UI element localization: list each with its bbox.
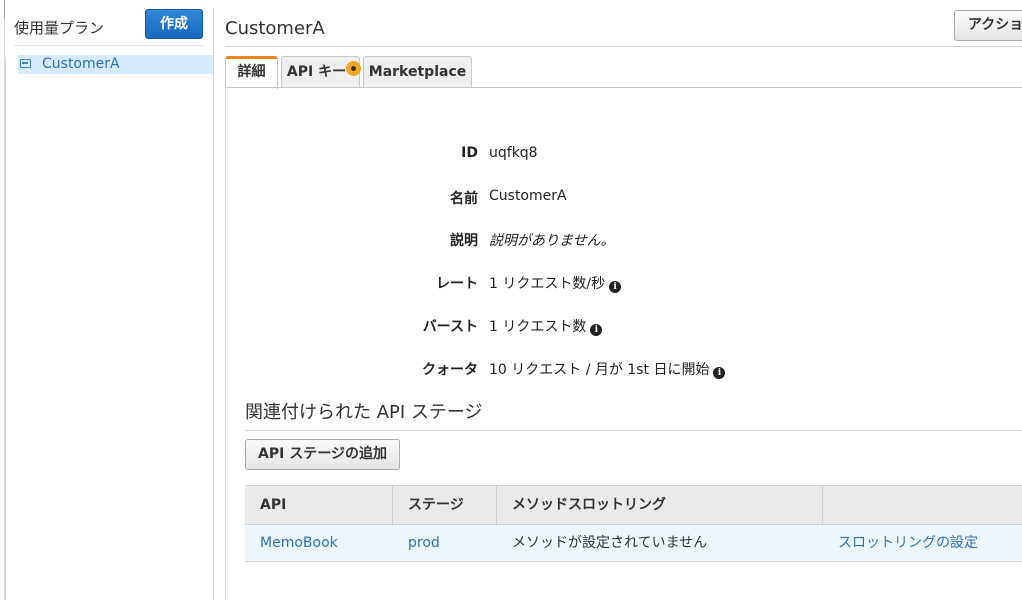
pane-divider[interactable] [213,8,214,600]
info-icon[interactable]: i [713,367,726,379]
notification-dot-icon [346,61,361,76]
info-icon[interactable]: i [609,281,622,293]
rate-text: 1 リクエスト数/秒 [489,276,606,292]
detail-value-name: CustomerA [489,188,567,204]
sidebar-divider [14,45,203,46]
detail-row-id: ID uqfkq8 [240,145,940,165]
column-header-api[interactable]: API [245,486,393,525]
quota-text: 10 リクエスト / 月が 1st 日に開始 [489,362,710,378]
column-header-action [823,486,1022,525]
sidebar-title: 使用量プラン [14,19,105,37]
detail-row-burst: バースト 1 リクエスト数 i [240,316,940,336]
detail-label: レート [436,276,478,292]
column-header-stage[interactable]: ステージ [393,486,497,525]
detail-row-name: 名前 CustomerA [240,188,940,208]
detail-value-rate: 1 リクエスト数/秒 i [489,273,622,293]
detail-label: 説明 [450,233,478,249]
add-api-stage-button[interactable]: API ステージの追加 [245,439,400,470]
table-header: API ステージ メソッドスロットリング [245,485,1022,525]
sidebar-item-label: CustomerA [42,56,120,72]
content-border [225,88,226,600]
detail-row-quota: クォータ 10 リクエスト / 月が 1st 日に開始 i [240,359,940,379]
stages-heading: 関連付けられた API ステージ [245,402,483,423]
cell-method-throttling: メソッドが設定されていません [512,535,708,551]
detail-label: 名前 [450,191,478,207]
stages-divider [245,430,1022,431]
info-icon[interactable]: i [590,324,603,336]
detail-label: ID [461,145,478,161]
sidebar-tree-line [5,57,6,600]
detail-row-rate: レート 1 リクエスト数/秒 i [240,273,940,293]
title-divider [225,46,1022,47]
detail-value-id: uqfkq8 [489,145,538,161]
cell-stage-link[interactable]: prod [393,525,497,561]
detail-row-description: 説明 説明がありません。 [240,230,940,250]
actions-button[interactable]: アクション [954,10,1022,41]
column-header-method-throttling[interactable]: メソッドスロットリング [497,486,823,525]
cell-api-link[interactable]: MemoBook [245,525,393,561]
tab-marketplace[interactable]: Marketplace [363,56,472,88]
configure-throttling-link[interactable]: スロットリングの設定 [823,525,1022,561]
detail-value-burst: 1 リクエスト数 i [489,316,603,336]
detail-label: バースト [422,319,478,335]
tab-details[interactable]: 詳細 [225,56,278,89]
usage-plan-icon [20,59,31,68]
detail-value-description: 説明がありません。 [489,233,615,249]
sidebar-item-customera[interactable]: CustomerA [18,55,213,74]
burst-text: 1 リクエスト数 [489,319,587,335]
page-title: CustomerA [225,18,325,39]
create-button[interactable]: 作成 [145,9,203,39]
left-edge-divider [0,0,5,18]
detail-label: クォータ [422,362,478,378]
tabs-divider [225,87,1022,88]
detail-value-quota: 10 リクエスト / 月が 1st 日に開始 i [489,359,726,379]
table-row: MemoBook prod メソッドが設定されていません スロットリングの設定 [245,525,1022,562]
